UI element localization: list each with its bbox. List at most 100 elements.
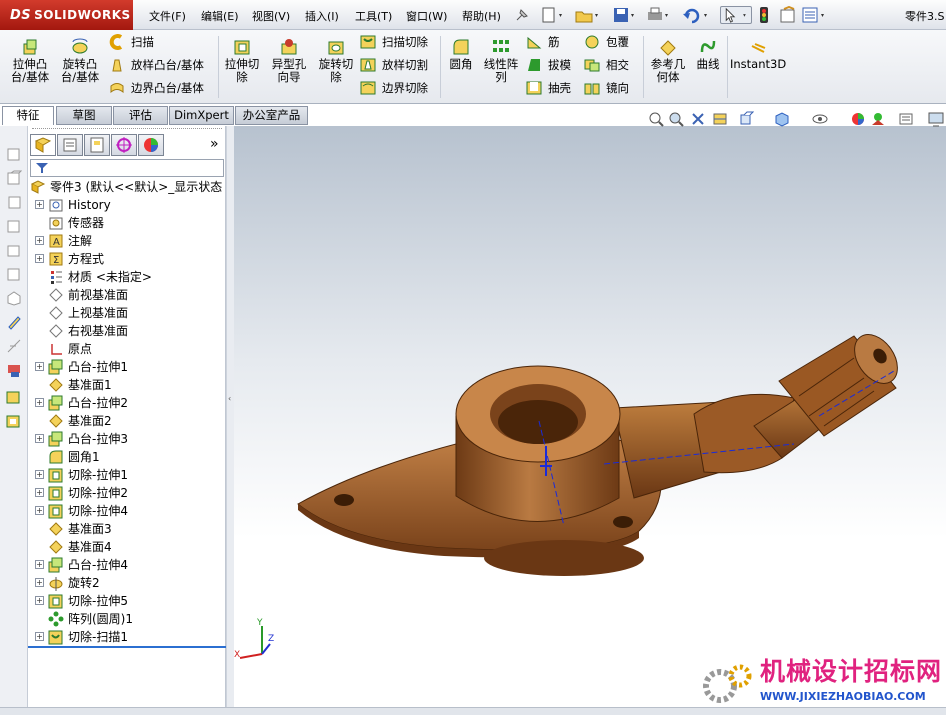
revolve-cut-button[interactable]: 旋转切除 <box>315 38 357 84</box>
intersect-button[interactable]: 相交 <box>584 56 629 74</box>
expand-toggle-icon[interactable]: + <box>35 596 44 605</box>
feature-boss-icon[interactable] <box>6 388 22 404</box>
tree-item[interactable]: + 切除-拉伸2 <box>28 484 226 502</box>
ref-geometry-button[interactable]: 参考几何体 <box>648 38 688 84</box>
tree-item[interactable]: + 切除-拉伸5 <box>28 592 226 610</box>
boundary-cut-button[interactable]: 边界切除 <box>360 79 428 97</box>
hide-show-icon[interactable] <box>812 111 828 127</box>
extrude-boss-button[interactable]: 拉伸凸台/基体 <box>8 38 52 84</box>
tree-item[interactable]: + 凸台-拉伸3 <box>28 430 226 448</box>
view-back-icon[interactable] <box>6 170 22 186</box>
expand-toggle-icon[interactable]: + <box>35 200 44 209</box>
solidworks-logo[interactable]: DS SOLIDWORKS <box>0 0 133 30</box>
swept-cut-button[interactable]: 扫描切除 <box>360 33 428 51</box>
tree-item[interactable]: + Σ 方程式 <box>28 250 226 268</box>
appearance-icon[interactable] <box>850 111 866 127</box>
featuremanager-tab[interactable] <box>30 134 56 156</box>
instant3d-button[interactable]: Instant3D <box>730 38 786 71</box>
tree-item[interactable]: 阵列(圆周)1 <box>28 610 226 628</box>
shell-button[interactable]: 抽壳 <box>526 79 571 97</box>
open-folder-icon[interactable] <box>574 6 602 24</box>
menu-insert[interactable]: 插入(I) <box>305 8 339 24</box>
expand-toggle-icon[interactable]: + <box>35 254 44 263</box>
scene-icon[interactable] <box>870 111 886 127</box>
revolve-boss-button[interactable]: 旋转凸台/基体 <box>58 38 102 84</box>
view-orientation-icon[interactable] <box>738 111 754 127</box>
tree-item[interactable]: + A 注解 <box>28 232 226 250</box>
tree-item[interactable]: + 切除-拉伸4 <box>28 502 226 520</box>
sketch-pencil-icon[interactable] <box>6 314 22 330</box>
tree-item[interactable]: 材质 <未指定> <box>28 268 226 286</box>
expand-toggle-icon[interactable]: + <box>35 632 44 641</box>
display-style-icon[interactable] <box>774 111 790 127</box>
smart-dimension-icon[interactable] <box>6 338 22 354</box>
view-right-icon[interactable] <box>6 218 22 234</box>
expand-toggle-icon[interactable]: + <box>35 506 44 515</box>
loft-boss-button[interactable]: 放样凸台/基体 <box>109 56 204 74</box>
expand-toggle-icon[interactable]: + <box>35 470 44 479</box>
tree-item[interactable]: 传感器 <box>28 214 226 232</box>
view-front-icon[interactable] <box>6 146 22 162</box>
tree-item[interactable]: 圆角1 <box>28 448 226 466</box>
feature-cut-icon[interactable] <box>6 412 22 428</box>
tree-item[interactable]: + 切除-拉伸1 <box>28 466 226 484</box>
tree-item[interactable]: + History <box>28 196 226 214</box>
new-document-icon[interactable] <box>540 6 566 24</box>
mirror-button[interactable]: 镜向 <box>584 79 629 97</box>
tab-evaluate[interactable]: 评估 <box>113 106 168 125</box>
tab-office-products[interactable]: 办公室产品 <box>235 106 308 125</box>
part-model[interactable] <box>234 126 946 715</box>
tree-item[interactable]: 基准面2 <box>28 412 226 430</box>
view-top-icon[interactable] <box>6 242 22 258</box>
tree-item[interactable]: + 凸台-拉伸4 <box>28 556 226 574</box>
propertymanager-tab[interactable] <box>57 134 83 156</box>
loft-cut-button[interactable]: 放样切割 <box>360 56 428 74</box>
view-left-icon[interactable] <box>6 194 22 210</box>
traffic-light-icon[interactable] <box>758 6 770 24</box>
tree-item[interactable]: 前视基准面 <box>28 286 226 304</box>
zoom-to-fit-icon[interactable] <box>648 111 664 127</box>
rib-button[interactable]: 筋 <box>526 33 560 51</box>
curves-button[interactable]: 曲线 <box>694 38 722 71</box>
tree-item[interactable]: 基准面1 <box>28 376 226 394</box>
expand-panel-icon[interactable]: » <box>210 136 219 152</box>
expand-toggle-icon[interactable]: + <box>35 362 44 371</box>
boundary-boss-button[interactable]: 边界凸台/基体 <box>109 79 204 97</box>
panel-grip[interactable] <box>32 128 222 131</box>
view-bottom-icon[interactable] <box>6 266 22 282</box>
menu-view[interactable]: 视图(V) <box>252 8 290 24</box>
expand-toggle-icon[interactable]: + <box>35 434 44 443</box>
tree-item[interactable]: 右视基准面 <box>28 322 226 340</box>
draft-button[interactable]: 拔模 <box>526 56 571 74</box>
measure-icon[interactable] <box>6 362 22 378</box>
linear-pattern-button[interactable]: 线性阵列 <box>482 38 520 84</box>
extrude-cut-button[interactable]: 拉伸切除 <box>222 38 262 84</box>
tree-root[interactable]: 零件3 (默认<<默认>_显示状态 <box>30 178 226 196</box>
wrap-button[interactable]: 包覆 <box>584 33 629 51</box>
menu-tools[interactable]: 工具(T) <box>355 8 392 24</box>
menu-help[interactable]: 帮助(H) <box>462 8 501 24</box>
panel-splitter[interactable]: ‹ <box>226 126 234 715</box>
expand-toggle-icon[interactable]: + <box>35 488 44 497</box>
expand-toggle-icon[interactable]: + <box>35 560 44 569</box>
select-cursor-icon[interactable] <box>720 6 752 24</box>
tab-sketch[interactable]: 草图 <box>56 106 112 125</box>
previous-view-icon[interactable] <box>690 111 706 127</box>
view-settings-icon[interactable] <box>898 111 914 127</box>
monitor-icon[interactable] <box>928 111 944 127</box>
expand-toggle-icon[interactable]: + <box>35 578 44 587</box>
menu-edit[interactable]: 编辑(E) <box>201 8 239 24</box>
tree-item[interactable]: + 切除-扫描1 <box>28 628 226 646</box>
tree-item[interactable]: + 凸台-拉伸1 <box>28 358 226 376</box>
menu-window[interactable]: 窗口(W) <box>406 8 447 24</box>
filter-input[interactable] <box>30 159 224 177</box>
options-icon[interactable] <box>778 6 798 24</box>
tree-item[interactable]: 原点 <box>28 340 226 358</box>
rollback-bar[interactable] <box>28 646 226 648</box>
tree-item[interactable]: 基准面4 <box>28 538 226 556</box>
hole-wizard-button[interactable]: 异型孔向导 <box>268 38 310 84</box>
fillet-button[interactable]: 圆角 <box>446 38 476 71</box>
tab-dimxpert[interactable]: DimXpert <box>169 106 234 125</box>
properties-icon[interactable] <box>800 6 830 24</box>
sweep-button[interactable]: 扫描 <box>109 33 154 51</box>
